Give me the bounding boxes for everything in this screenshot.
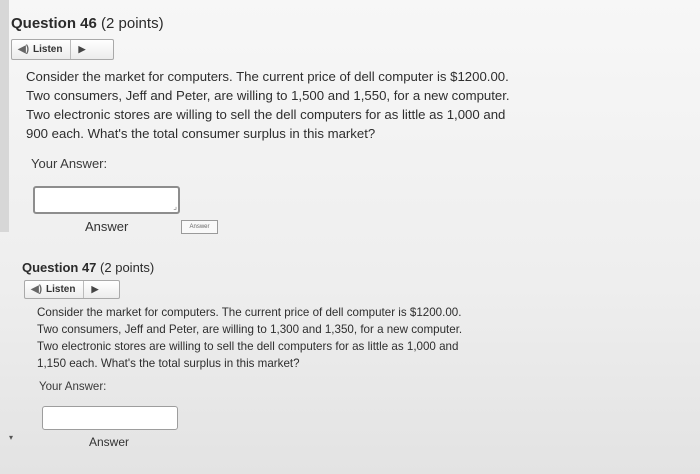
question-46-text: Consider the market for computers. The c… — [26, 67, 510, 143]
play-icon[interactable]: ▶ — [78, 44, 85, 55]
listen-button-q47[interactable]: ◀) Listen ▶ — [24, 280, 120, 299]
question-47-number: Question 47 — [22, 260, 97, 275]
question-46-heading: Question 46 (2 points) — [11, 15, 164, 32]
question-46-line: 900 each. What's the total consumer surp… — [26, 126, 376, 141]
answer-input-q47[interactable] — [42, 406, 178, 430]
question-left-rule — [0, 0, 9, 232]
quiz-page: Question 46 (2 points) ◀) Listen ▶ Consi… — [0, 0, 700, 474]
speaker-icon: ◀) — [31, 284, 43, 295]
question-47-heading: Question 47 (2 points) — [22, 260, 154, 275]
question-46-points: (2 points) — [101, 15, 164, 32]
input-resize-handle[interactable]: ⌟ — [173, 202, 177, 211]
question-46-line: Two consumers, Jeff and Peter, are willi… — [26, 88, 510, 103]
divider — [83, 281, 85, 298]
play-icon[interactable]: ▶ — [91, 284, 98, 295]
listen-label: Listen — [33, 44, 63, 55]
answer-label-q47: Answer — [89, 435, 130, 449]
question-47-line: 1,150 each. What's the total surplus in … — [37, 357, 300, 370]
answer-label-q46: Answer — [85, 219, 129, 234]
question-47-text: Consider the market for computers. The c… — [37, 304, 462, 372]
your-answer-label-q47: Your Answer: — [39, 381, 107, 393]
question-46-line: Two electronic stores are willing to sel… — [26, 107, 506, 122]
question-46-line: Consider the market for computers. The c… — [26, 69, 509, 84]
question-47-line: Two electronic stores are willing to sel… — [37, 340, 459, 353]
question-47-line: Consider the market for computers. The c… — [37, 306, 462, 319]
scroll-indicator-icon: ▾ — [9, 433, 14, 442]
listen-button-q46[interactable]: ◀) Listen ▶ — [11, 39, 114, 60]
divider — [70, 40, 72, 59]
your-answer-label-q46: Your Answer: — [31, 156, 108, 171]
answer-button-q46[interactable]: Answer — [181, 220, 218, 234]
listen-label: Listen — [46, 284, 76, 295]
question-46-number: Question 46 — [11, 15, 97, 32]
speaker-icon: ◀) — [18, 44, 30, 55]
answer-input-q46[interactable]: ⌟ — [33, 186, 180, 214]
question-47-points: (2 points) — [100, 260, 155, 275]
question-47-line: Two consumers, Jeff and Peter, are willi… — [37, 323, 463, 336]
